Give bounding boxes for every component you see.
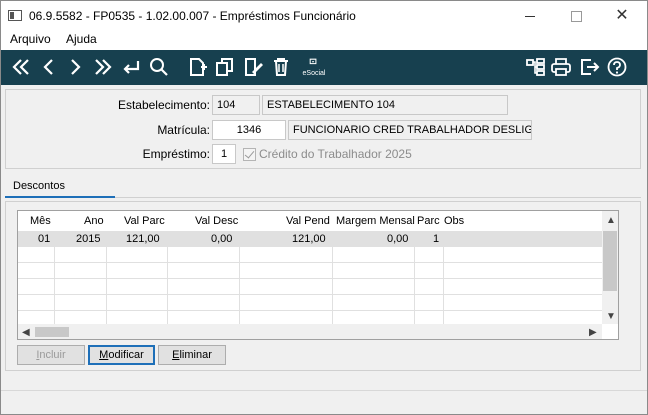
menu-ajuda[interactable]: Ajuda [66, 32, 97, 46]
col-divider [239, 231, 240, 326]
matricula-name-field: FUNCIONARIO CRED TRABALHADOR DESLIGADO [288, 120, 532, 140]
scroll-down-icon[interactable]: ▼ [606, 311, 616, 322]
maximize-button[interactable] [553, 1, 599, 31]
previous-record-button[interactable] [37, 54, 61, 80]
esocial-icon [309, 58, 317, 65]
copy-button[interactable] [213, 54, 237, 80]
incluir-label: ncluir [39, 349, 66, 361]
grid-header: Mês Ano Val Parc Val Desc Val Pend Marge… [18, 211, 602, 231]
return-icon [123, 61, 140, 74]
matricula-code-field[interactable]: 1346 [212, 120, 286, 140]
modificar-mnemonic: M [99, 349, 109, 361]
scroll-right-icon[interactable]: ▶ [589, 327, 597, 338]
delete-icon [274, 58, 288, 76]
search-icon [150, 58, 168, 76]
col-obs[interactable]: Obs [444, 215, 464, 227]
col-val-pend[interactable]: Val Pend [286, 215, 330, 227]
estabelecimento-name-field: ESTABELECIMENTO 104 [262, 95, 508, 115]
col-margem-mensal[interactable]: Margem Mensal [336, 215, 415, 227]
close-button[interactable]: ✕ [599, 1, 645, 31]
cell-parc: 1 [433, 233, 440, 245]
esocial-button[interactable]: eSocial [299, 54, 329, 80]
first-record-button[interactable] [9, 54, 33, 80]
next-record-button[interactable] [63, 54, 87, 80]
search-button[interactable] [147, 54, 171, 80]
scroll-up-icon[interactable]: ▲ [606, 215, 616, 226]
horizontal-scroll-thumb[interactable] [35, 327, 69, 337]
col-val-desc[interactable]: Val Desc [195, 215, 238, 227]
col-divider [106, 231, 107, 326]
emprestimo-field[interactable]: 1 [212, 144, 236, 164]
toolbar: eSocial [1, 50, 647, 85]
status-bar [1, 390, 647, 414]
tree-icon [526, 58, 545, 76]
credito-trabalhador-checkbox[interactable] [243, 148, 256, 161]
tab-bar: Descontos [5, 177, 641, 198]
descontos-grid[interactable]: Mês Ano Val Parc Val Desc Val Pend Marge… [17, 210, 619, 340]
col-divider [414, 231, 415, 326]
minimize-button[interactable] [507, 1, 553, 31]
scroll-left-icon[interactable]: ◀ [22, 327, 30, 338]
tree-button[interactable] [523, 54, 547, 80]
title-bar: 06.9.5582 - FP0535 - 1.02.00.007 - Empré… [1, 1, 647, 31]
print-icon [551, 58, 571, 76]
delete-button[interactable] [269, 54, 293, 80]
matricula-label: Matrícula: [157, 123, 210, 137]
vertical-scroll-thumb[interactable] [603, 231, 617, 291]
col-divider [332, 231, 333, 326]
cell-mes: 01 [38, 233, 51, 245]
first-icon [12, 59, 29, 75]
col-divider [443, 231, 444, 326]
exit-button[interactable] [577, 54, 601, 80]
estabelecimento-code-field[interactable]: 104 [212, 95, 260, 115]
cell-val-parc: 121,00 [126, 233, 160, 245]
new-button[interactable] [185, 54, 209, 80]
next-icon [71, 59, 81, 75]
new-icon [190, 58, 207, 76]
menu-arquivo[interactable]: Arquivo [10, 32, 51, 46]
col-divider [167, 231, 168, 326]
app-icon [8, 10, 22, 21]
col-val-parc[interactable]: Val Parc [124, 215, 165, 227]
horizontal-scrollbar[interactable] [18, 324, 602, 339]
last-icon [95, 59, 112, 75]
menu-bar: Arquivo Ajuda [1, 31, 647, 50]
copy-icon [216, 58, 233, 76]
esocial-label: eSocial [302, 70, 326, 77]
edit-icon [245, 58, 263, 76]
cell-margem: 0,00 [387, 233, 409, 245]
tab-descontos[interactable]: Descontos [5, 177, 115, 198]
incluir-button[interactable]: Incluir [17, 345, 85, 365]
emprestimo-label: Empréstimo: [142, 147, 210, 161]
edit-button[interactable] [241, 54, 265, 80]
header-form: Estabelecimento: 104 ESTABELECIMENTO 104… [5, 89, 641, 169]
modificar-label: odificar [108, 349, 144, 361]
modificar-button[interactable]: Modificar [88, 345, 155, 365]
col-divider [54, 231, 55, 326]
estabelecimento-label: Estabelecimento: [117, 98, 210, 112]
col-mes[interactable]: Mês [30, 215, 51, 227]
exit-icon [581, 59, 600, 75]
previous-icon [43, 59, 53, 75]
col-parc[interactable]: Parc [417, 215, 440, 227]
last-record-button[interactable] [91, 54, 115, 80]
help-icon [607, 57, 627, 77]
credito-trabalhador-label: Crédito do Trabalhador 2025 [259, 147, 412, 161]
print-button[interactable] [549, 54, 573, 80]
cell-val-pend: 121,00 [292, 233, 326, 245]
return-button[interactable] [119, 54, 143, 80]
app-window: 06.9.5582 - FP0535 - 1.02.00.007 - Empré… [0, 0, 648, 415]
eliminar-label: liminar [179, 349, 212, 361]
window-title: 06.9.5582 - FP0535 - 1.02.00.007 - Empré… [29, 9, 356, 23]
eliminar-button[interactable]: Eliminar [158, 345, 226, 365]
cell-ano: 2015 [76, 233, 101, 245]
col-ano[interactable]: Ano [84, 215, 104, 227]
cell-val-desc: 0,00 [211, 233, 233, 245]
help-button[interactable] [605, 54, 629, 80]
